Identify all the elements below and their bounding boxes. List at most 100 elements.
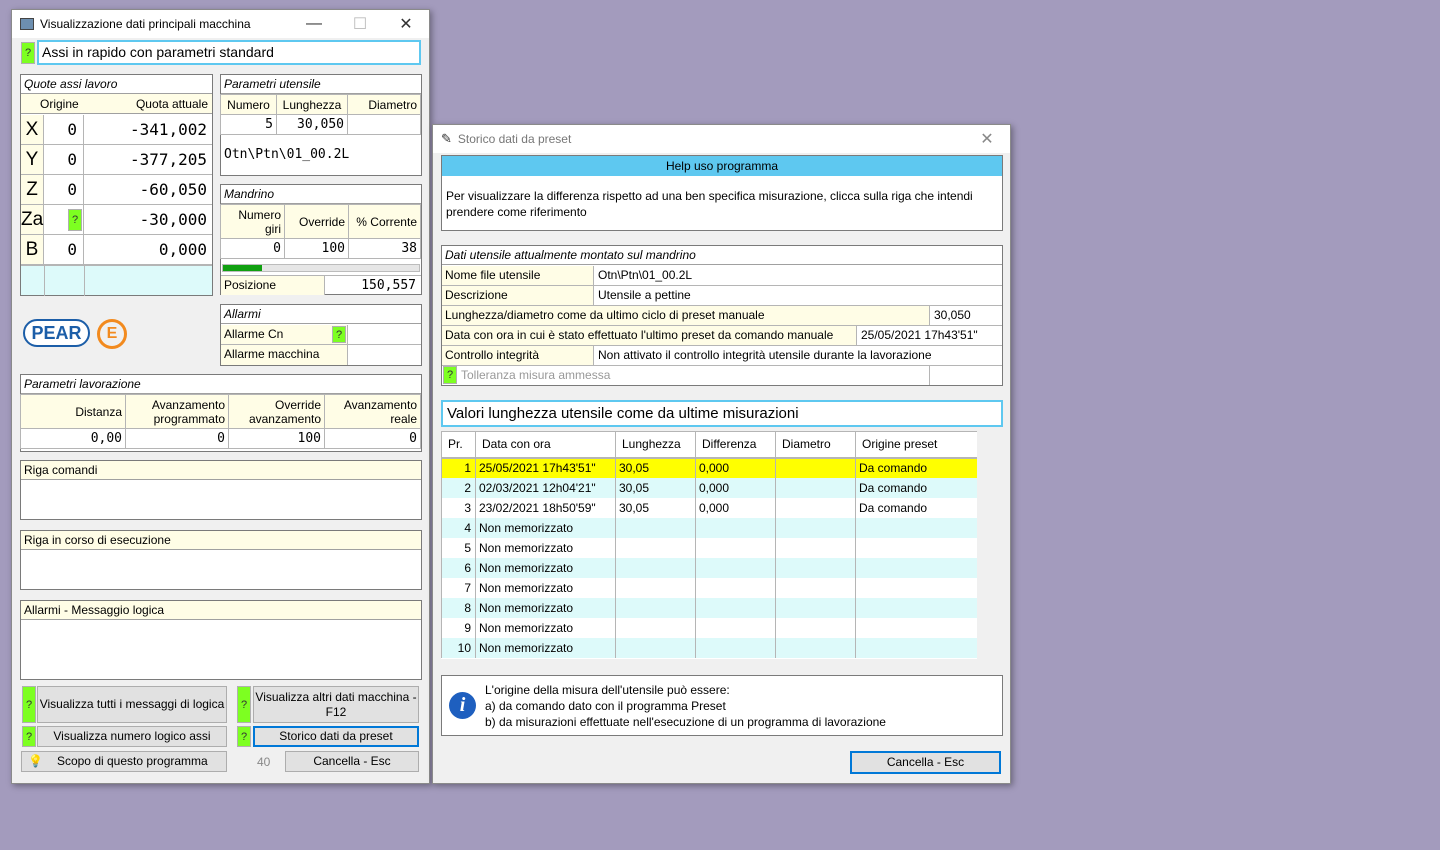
scopo-button[interactable]: 💡 Scopo di questo programma (21, 751, 227, 772)
info-panel: i L'origine della misura dell'utensile p… (441, 675, 1003, 736)
table-row[interactable]: 3 23/02/2021 18h50'59" 30,05 0,000 Da comand… (441, 497, 977, 518)
table-cell (695, 597, 776, 618)
data-preset-label: Data con ora in cui è stato effettuato l… (442, 326, 857, 345)
close-button[interactable]: ✕ (383, 10, 429, 38)
axis-quota: -60,050 (139, 180, 207, 199)
table-cell: 30,05 (615, 457, 696, 478)
diametro-header: Diametro (347, 94, 421, 115)
altri-dati-help-icon[interactable]: ? (237, 686, 251, 723)
table-row[interactable]: 2 02/03/2021 12h04'21" 30,05 0,000 Da comand… (441, 477, 977, 498)
info-icon: i (449, 692, 476, 719)
tolleranza-field[interactable]: Tolleranza misura ammessa (459, 366, 930, 385)
table-cell (855, 577, 977, 598)
numero-logico-button[interactable]: Visualizza numero logico assi (37, 726, 227, 747)
allarme-cn-label: Allarme Cn (221, 325, 348, 344)
table-cell (695, 637, 776, 658)
override-header: Override (284, 204, 349, 239)
lightbulb-icon: 💡 (28, 754, 43, 768)
table-cell (615, 617, 696, 638)
axes-list: X 0 -341,002 Y 0 -377,205 Z 0 -60,050 Za? -30,000 B… (21, 115, 212, 265)
lavorazione-table: Distanza Avanzamento programmato Overrid… (20, 394, 421, 449)
axis-row: B 0 0,000 (21, 235, 212, 265)
table-cell: Non memorizzato (475, 537, 616, 558)
storico-help-icon[interactable]: ? (237, 726, 251, 747)
table-cell (695, 557, 776, 578)
distanza-header: Distanza (20, 394, 126, 429)
table-row[interactable]: 4 Non memorizzato (441, 517, 977, 538)
table-row[interactable]: 7 Non memorizzato (441, 577, 977, 598)
descrizione-row: Descrizione Utensile a pettine (442, 286, 1002, 306)
messaggi-button[interactable]: Visualizza tutti i messaggi di logica (37, 686, 227, 723)
maximize-button[interactable]: ☐ (337, 10, 383, 38)
quota-header: Quota attuale (135, 97, 208, 111)
storico-title: Storico dati da preset (457, 132, 572, 146)
table-cell (695, 517, 776, 538)
app-icon (20, 18, 34, 30)
minimize-button[interactable]: — (291, 10, 337, 38)
tolleranza-help-icon[interactable]: ? (443, 366, 457, 384)
tolleranza-row: ? Tolleranza misura ammessa (442, 366, 1002, 385)
axes-empty-row (21, 265, 212, 296)
axis-name: X (21, 115, 44, 144)
table-cell (775, 497, 856, 518)
table-row[interactable]: 1 25/05/2021 17h43'51" 30,05 0,000 Da comand… (441, 457, 977, 478)
integrita-label: Controllo integrità (442, 346, 594, 365)
table-row[interactable]: 10 Non memorizzato (441, 637, 977, 658)
table-row[interactable]: 8 Non memorizzato (441, 597, 977, 618)
riga-comandi-panel: Riga comandi (20, 460, 422, 520)
status-help-icon[interactable]: ? (21, 42, 35, 64)
pear-logo: PEAR (23, 319, 90, 347)
avanz-reale-value: 0 (324, 428, 421, 449)
distanza-value: 0,00 (20, 428, 126, 449)
row-number: 4 (441, 517, 476, 538)
table-cell (615, 577, 696, 598)
numero-logico-help-icon[interactable]: ? (22, 726, 36, 747)
table-cell: 0,000 (695, 457, 776, 478)
table-row[interactable]: 6 Non memorizzato (441, 557, 977, 578)
quote-header-row: Origine Quota attuale (21, 94, 212, 114)
main-window: Visualizzazione dati principali macchina… (11, 9, 430, 784)
main-cancel-button[interactable]: Cancella - Esc (285, 751, 419, 772)
table-cell (855, 557, 977, 578)
brand-logo-icon: E (97, 319, 127, 349)
numero-value: 5 (220, 114, 277, 135)
storico-titlebar[interactable]: ✎ Storico dati da preset ✕ (433, 125, 1010, 153)
descrizione-value: Utensile a pettine (598, 288, 691, 302)
messaggi-help-icon[interactable]: ? (22, 686, 36, 723)
table-cell (775, 577, 856, 598)
table-cell (775, 597, 856, 618)
table-cell: 23/02/2021 18h50'59" (475, 497, 616, 518)
table-cell (615, 537, 696, 558)
table-cell: Da comando (855, 457, 977, 478)
allarmi-logica-title: Allarmi - Messaggio logica (21, 601, 421, 620)
misurazioni-table: Pr. Data con ora Lunghezza Differenza Diamet… (441, 431, 977, 658)
storico-cancel-button[interactable]: Cancella - Esc (850, 751, 1001, 774)
utensile-table: Numero Lunghezza Diametro 5 30,050 (220, 94, 421, 135)
row-number: 7 (441, 577, 476, 598)
riga-esecuzione-title: Riga in corso di esecuzione (21, 531, 421, 550)
allarmi-title: Allarmi (221, 305, 421, 324)
table-row[interactable]: 9 Non memorizzato (441, 617, 977, 638)
override-avanz-value: 100 (228, 428, 325, 449)
allarme-cn-help-icon[interactable]: ? (332, 326, 346, 343)
table-row[interactable]: 5 Non memorizzato (441, 537, 977, 558)
row-number: 9 (441, 617, 476, 638)
storico-button[interactable]: Storico dati da preset (253, 726, 419, 747)
storico-window: ✎ Storico dati da preset ✕ Help uso prog… (432, 124, 1011, 784)
table-cell (855, 617, 977, 638)
riga-comandi-title: Riga comandi (21, 461, 421, 480)
row-number: 2 (441, 477, 476, 498)
axis-row: Z 0 -60,050 (21, 175, 212, 205)
table-cell (695, 537, 776, 558)
nome-file-value: Otn\Ptn\01_00.2L (598, 268, 693, 282)
storico-close-button[interactable]: ✕ (964, 125, 1010, 153)
altri-dati-button[interactable]: Visualizza altri dati macchina - F12 (253, 686, 419, 723)
axis-name: B (21, 235, 44, 264)
mandrino-progress (222, 264, 420, 272)
table-cell: 0,000 (695, 477, 776, 498)
axis-origine: 0 (45, 175, 84, 204)
corrente-header: % Corrente (348, 204, 421, 239)
giri-header: Numero giri (220, 204, 285, 239)
main-titlebar[interactable]: Visualizzazione dati principali macchina… (12, 10, 429, 38)
axis-quota: 0,000 (158, 240, 207, 259)
